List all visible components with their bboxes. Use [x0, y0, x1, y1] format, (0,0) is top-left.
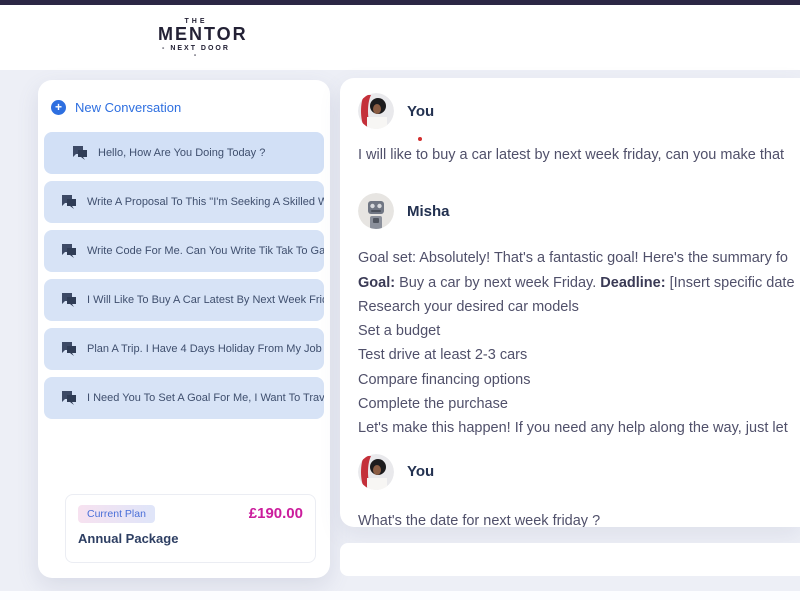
new-conversation-label: New Conversation [75, 100, 182, 115]
message-line: Goal: Buy a car by next week Friday. Dea… [358, 271, 800, 295]
deadline-label: Deadline: [600, 274, 666, 291]
conversation-item-1[interactable]: Hello, How Are You Doing Today ? [44, 132, 324, 174]
chat-bubble-icon [62, 342, 76, 356]
current-plan-badge: Current Plan [78, 505, 155, 523]
current-plan-card: Current Plan £190.00 Annual Package [65, 494, 316, 563]
message-line: Goal set: Absolutely! That's a fantastic… [358, 250, 789, 267]
plan-price: £190.00 [248, 505, 303, 522]
message-input-panel[interactable] [340, 543, 800, 576]
message-step: Compare financing options [358, 371, 531, 388]
conversation-item-4[interactable]: I Will Like To Buy A Car Latest By Next … [44, 279, 324, 321]
message-step: Test drive at least 2-3 cars [358, 347, 528, 364]
conversation-sidebar: + New Conversation Hello, How Are You Do… [38, 80, 330, 578]
chat-bubble-icon [62, 195, 76, 209]
chat-message-area: You I will like to buy a car latest by n… [340, 78, 800, 527]
message-bot: Misha Goal set: Absolutely! That's a fan… [358, 193, 800, 440]
conversation-item-2[interactable]: Write A Proposal To This "I'm Seeking A … [44, 181, 324, 223]
message-author: Misha [407, 202, 450, 220]
message-line: Let's make this happen! If you need any … [358, 420, 788, 437]
goal-label: Goal: [358, 274, 396, 291]
conversation-item-label: Hello, How Are You Doing Today ? [98, 147, 266, 159]
message-user-2: You What's the date for next week friday… [358, 453, 800, 527]
conversation-item-5[interactable]: Plan A Trip. I Have 4 Days Holiday From … [44, 328, 324, 370]
deadline-text: [Insert specific date [665, 274, 795, 291]
new-conversation-button[interactable]: + New Conversation [38, 80, 330, 115]
message-step: Research your desired car models [358, 298, 579, 315]
logo-text-mentor: MENTOR [158, 24, 248, 44]
chat-bubble-icon [62, 244, 76, 258]
bot-avatar [358, 193, 394, 230]
app-header: THE MENTOR - NEXT DOOR - [0, 5, 800, 70]
message-text: What's the date for next week friday ? [358, 512, 601, 527]
message-author: You [407, 102, 435, 120]
bottom-strip [0, 591, 800, 600]
user-avatar [358, 93, 394, 129]
goal-text: Buy a car by next week Friday. [395, 274, 601, 291]
conversation-item-6[interactable]: I Need You To Set A Goal For Me, I Want … [44, 377, 324, 419]
message-step: Set a budget [358, 323, 441, 340]
conversation-item-label: Write A Proposal To This "I'm Seeking A … [87, 196, 324, 208]
conversation-item-label: Write Code For Me. Can You Write Tik Tak… [87, 245, 324, 257]
message-step: Complete the purchase [358, 396, 508, 413]
conversation-item-label: I Need You To Set A Goal For Me, I Want … [87, 392, 324, 404]
plus-icon: + [51, 100, 66, 115]
app-logo[interactable]: THE MENTOR - NEXT DOOR - [158, 18, 248, 59]
conversation-list: Hello, How Are You Doing Today ? Write A… [38, 132, 330, 419]
chat-bubble-icon [62, 293, 76, 307]
plan-name: Annual Package [78, 531, 179, 546]
chat-bubble-icon [62, 391, 76, 405]
message-author: You [407, 463, 435, 481]
message-user-1: You I will like to buy a car latest by n… [358, 93, 800, 167]
user-avatar [358, 453, 394, 490]
chat-bubble-icon [73, 146, 87, 160]
message-text: I will like to buy a car latest by next … [358, 147, 785, 163]
conversation-item-3[interactable]: Write Code For Me. Can You Write Tik Tak… [44, 230, 324, 272]
conversation-item-label: Plan A Trip. I Have 4 Days Holiday From … [87, 343, 324, 355]
logo-text-next-door: - NEXT DOOR - [162, 45, 230, 59]
red-dot-indicator [418, 137, 422, 141]
conversation-item-label: I Will Like To Buy A Car Latest By Next … [87, 294, 324, 306]
